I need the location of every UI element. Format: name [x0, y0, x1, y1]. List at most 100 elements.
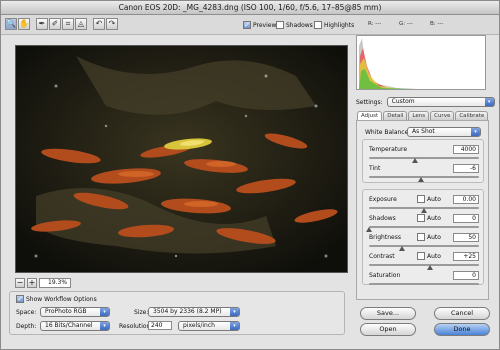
settings-label: Settings:	[356, 98, 383, 106]
space-value: ProPhoto RGB	[45, 308, 87, 315]
contrast-slider[interactable]	[369, 264, 479, 266]
contrast-slider-thumb[interactable]	[426, 265, 433, 270]
checkbox-empty-icon	[314, 21, 322, 29]
shadows-slider-thumb[interactable]	[366, 227, 372, 232]
chevron-down-icon: ▾	[484, 98, 494, 106]
white-balance-select[interactable]: As Shot ▾	[407, 127, 481, 137]
readout-r: R: ---	[368, 21, 382, 27]
size-value: 3504 by 2336 (8.2 MP)	[153, 308, 222, 315]
contrast-label: Contrast	[369, 253, 395, 260]
settings-select[interactable]: Custom ▾	[386, 97, 495, 107]
shadows-field[interactable]: 0	[453, 214, 479, 223]
temperature-slider-thumb[interactable]	[412, 158, 419, 163]
saturation-label: Saturation	[369, 272, 401, 279]
exposure-label: Exposure	[369, 196, 397, 203]
shadows-label: Shadows	[286, 21, 313, 29]
brightness-auto-label: Auto	[427, 234, 441, 241]
settings-row: Settings: Custom ▾ ▸	[356, 97, 500, 107]
tab-adjust[interactable]: Adjust	[357, 111, 383, 120]
contrast-auto-checkbox[interactable]	[417, 252, 425, 260]
shadows-clipping-checkbox[interactable]: Shadows	[276, 21, 313, 29]
brightness-field[interactable]: 50	[453, 233, 479, 242]
highlights-label: Highlights	[324, 21, 355, 29]
straighten-tool-icon[interactable]: ◬	[75, 18, 87, 30]
adjustment-tabs: Adjust Detail Lens Curve Calibrate	[357, 111, 489, 120]
tab-lens[interactable]: Lens	[408, 111, 430, 120]
size-select[interactable]: 3504 by 2336 (8.2 MP) ▾	[148, 307, 240, 317]
checkmark-icon: ✓	[243, 21, 251, 29]
highlights-clipping-checkbox[interactable]: Highlights	[314, 21, 354, 29]
contrast-field[interactable]: +25	[453, 252, 479, 261]
white-balance-value: As Shot	[412, 128, 435, 135]
preview-checkbox[interactable]: ✓ Preview	[243, 21, 276, 29]
temperature-label: Temperature	[369, 146, 408, 153]
cancel-button[interactable]: Cancel	[434, 307, 490, 320]
brightness-auto-checkbox[interactable]	[417, 233, 425, 241]
exposure-slider-thumb[interactable]	[421, 208, 427, 213]
brightness-slider-thumb[interactable]	[399, 246, 405, 251]
readout-g: G: ---	[399, 21, 413, 27]
histogram-graph	[359, 38, 417, 89]
zoom-tool-icon[interactable]: 🔍	[5, 18, 17, 30]
zoom-in-button[interactable]: +	[27, 277, 37, 288]
workflow-options: ✓ Show Workflow Options Space: ProPhoto …	[9, 291, 345, 335]
saturation-slider[interactable]	[369, 283, 479, 285]
resolution-field[interactable]: 240	[148, 321, 172, 330]
chevron-down-icon: ▾	[100, 308, 109, 316]
white-balance-label: White Balance:	[365, 129, 411, 136]
resolution-unit-value: pixels/inch	[183, 322, 215, 329]
space-label: Space:	[16, 309, 37, 316]
depth-label: Depth:	[16, 323, 37, 330]
tab-calibrate[interactable]: Calibrate	[455, 111, 489, 120]
shadows-label: Shadows	[369, 215, 396, 222]
zoom-out-button[interactable]: −	[15, 277, 25, 288]
exposure-auto-checkbox[interactable]	[417, 195, 425, 203]
koi-pond-photo	[16, 46, 347, 272]
size-label: Size:	[134, 309, 149, 316]
brightness-slider[interactable]	[369, 245, 479, 247]
save-button[interactable]: Save...	[360, 307, 416, 320]
zoom-control: − + 19.3%	[15, 277, 71, 288]
hand-tool-icon[interactable]: ✋	[18, 18, 30, 30]
open-button[interactable]: Open	[360, 323, 416, 336]
saturation-field[interactable]: 0	[453, 271, 479, 280]
zoom-level-select[interactable]: 19.3%	[39, 277, 71, 288]
exposure-auto-label: Auto	[427, 196, 441, 203]
contrast-auto-label: Auto	[427, 253, 441, 260]
chevron-down-icon: ▾	[471, 128, 480, 136]
tint-field[interactable]: -6	[453, 164, 479, 173]
settings-value: Custom	[391, 98, 415, 105]
shadows-auto-checkbox[interactable]	[417, 214, 425, 222]
chevron-down-icon: ▾	[230, 322, 239, 330]
histogram	[356, 35, 486, 90]
chevron-down-icon: ▾	[100, 322, 109, 330]
image-preview[interactable]	[15, 45, 348, 273]
depth-select[interactable]: 16 Bits/Channel ▾	[40, 321, 110, 331]
toolbar: 🔍 ✋ ✒ ✐ ⌗ ◬ ↶ ↷ ✓ Preview Shadows Highli…	[1, 15, 499, 35]
resolution-unit-select[interactable]: pixels/inch ▾	[178, 321, 240, 331]
temperature-slider[interactable]	[369, 157, 479, 159]
temperature-field[interactable]: 4000	[453, 145, 479, 154]
space-select[interactable]: ProPhoto RGB ▾	[40, 307, 110, 317]
tint-slider-thumb[interactable]	[417, 177, 424, 182]
show-workflow-label: Show Workflow Options	[26, 295, 97, 303]
window-title: Canon EOS 20D: _MG_4283.dng (ISO 100, 1/…	[1, 1, 499, 15]
white-balance-tool-icon[interactable]: ✒	[36, 18, 48, 30]
tone-group: Exposure Auto 0.00 Shadows Auto 0 Bright…	[362, 189, 484, 285]
exposure-field[interactable]: 0.00	[453, 195, 479, 204]
chevron-down-icon: ▾	[230, 308, 239, 316]
tint-slider[interactable]	[369, 176, 479, 178]
brightness-label: Brightness	[369, 234, 401, 241]
rotate-left-icon[interactable]: ↶	[93, 18, 105, 30]
tab-curve[interactable]: Curve	[430, 111, 455, 120]
show-workflow-checkbox[interactable]: ✓ Show Workflow Options	[16, 295, 97, 303]
shadows-slider[interactable]	[369, 226, 479, 228]
crop-tool-icon[interactable]: ⌗	[62, 18, 74, 30]
done-button[interactable]: Done	[434, 323, 490, 336]
rotate-right-icon[interactable]: ↷	[106, 18, 118, 30]
tab-detail[interactable]: Detail	[383, 111, 408, 120]
color-sampler-tool-icon[interactable]: ✐	[49, 18, 61, 30]
white-balance-group: Temperature 4000 Tint -6	[362, 139, 484, 183]
shadows-auto-label: Auto	[427, 215, 441, 222]
checkbox-empty-icon	[276, 21, 284, 29]
